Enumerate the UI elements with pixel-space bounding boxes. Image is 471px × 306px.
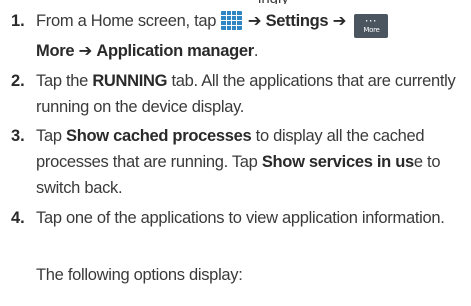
following-options-text: The following options display: <box>36 266 243 284</box>
period: . <box>253 42 259 60</box>
step-number: 3. <box>11 127 25 145</box>
step-text: Tap <box>36 127 66 145</box>
arrow-icon: ➔ <box>78 42 93 60</box>
step-text: From a Home screen, tap <box>36 12 217 30</box>
apps-grid-icon <box>221 11 243 30</box>
step-body: From a Home screen, tap ➔ Settings ➔ ···… <box>36 8 468 64</box>
running-tab-label: RUNNING <box>92 72 168 90</box>
clipped-previous-line: ingly <box>0 0 471 4</box>
show-services-label: Show services in us <box>261 153 414 171</box>
clipped-text: ingly <box>258 0 289 4</box>
step-body: Tap the RUNNING tab. All the application… <box>36 68 468 120</box>
more-icon: ··· More <box>354 14 389 38</box>
arrow-icon: ➔ <box>332 12 347 30</box>
step-text: Tap the <box>36 72 93 90</box>
step-number: 4. <box>11 209 25 227</box>
application-manager-label: Application manager <box>96 42 254 60</box>
step-number: 2. <box>11 72 25 90</box>
step-number: 1. <box>11 12 25 30</box>
more-label: More <box>36 42 75 60</box>
step-body: Tap one of the applications to view appl… <box>36 209 445 227</box>
arrow-icon: ➔ <box>247 12 262 30</box>
show-cached-processes-label: Show cached processes <box>66 127 252 145</box>
settings-label: Settings <box>265 12 329 30</box>
manual-page: ingly 1. From a Home screen, tap ➔ Setti… <box>0 0 471 306</box>
step-body: Tap Show cached processes to display all… <box>36 123 468 201</box>
